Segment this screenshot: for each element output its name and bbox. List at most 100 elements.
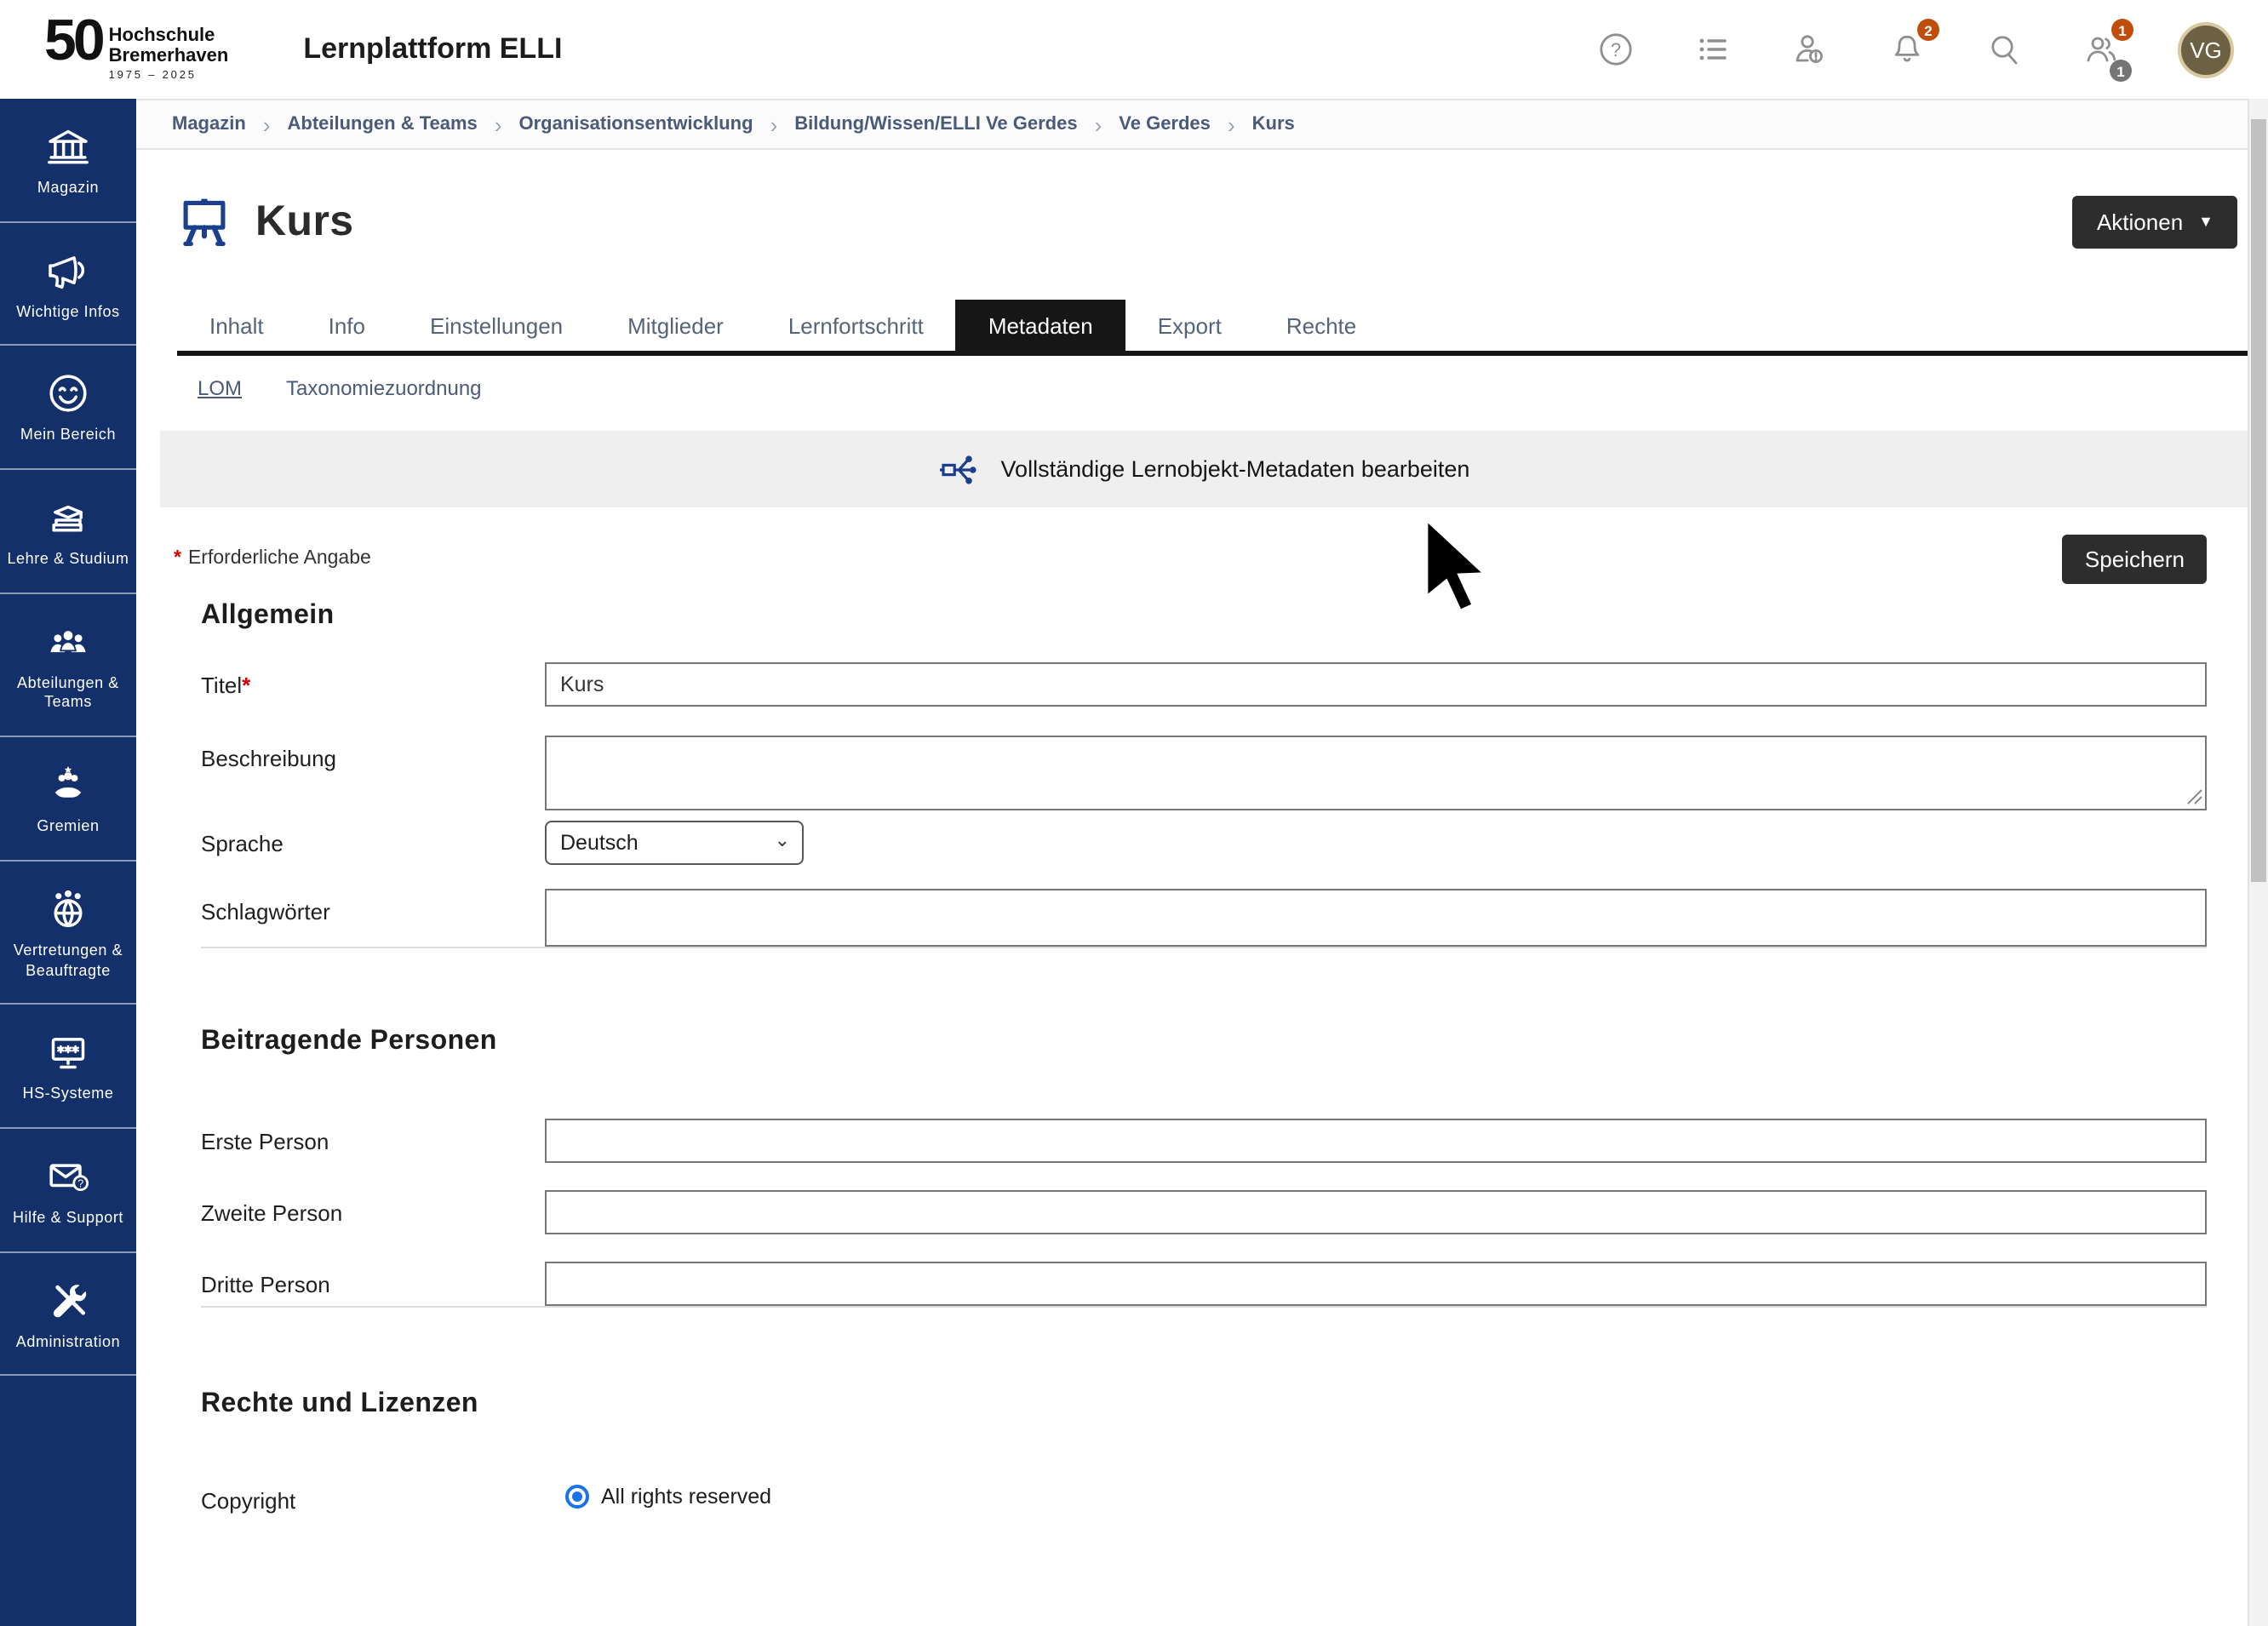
top-header: 50 Hochschule Bremerhaven 1975 – 2025 Le… bbox=[0, 0, 2268, 99]
mail-question-icon: ? bbox=[44, 1153, 92, 1200]
breadcrumb-kurs[interactable]: Kurs bbox=[1252, 114, 1295, 135]
dritte-person-label: Dritte Person bbox=[201, 1262, 545, 1297]
svg-text:?: ? bbox=[1611, 39, 1621, 60]
breadcrumb-ve-gerdes[interactable]: Ve Gerdes bbox=[1119, 114, 1211, 135]
chevron-right-icon: › bbox=[1095, 112, 1102, 137]
breadcrumb-magazin[interactable]: Magazin bbox=[172, 114, 246, 135]
monitor-password-icon bbox=[44, 1028, 92, 1076]
people-group-icon bbox=[44, 618, 92, 666]
tab-inhalt[interactable]: Inhalt bbox=[177, 300, 296, 351]
erste-person-input[interactable] bbox=[545, 1119, 2207, 1163]
globe-people-icon bbox=[44, 885, 92, 933]
resize-handle-icon[interactable] bbox=[2186, 788, 2203, 805]
speichern-button[interactable]: Speichern bbox=[2063, 535, 2207, 584]
section-divider bbox=[201, 947, 2207, 948]
titel-input[interactable] bbox=[545, 662, 2207, 707]
copyright-label: Copyright bbox=[201, 1478, 545, 1514]
logo-years: 1975 – 2025 bbox=[109, 70, 229, 82]
main-sidebar: Magazin Wichtige Infos Mein Bereich Lehr… bbox=[0, 99, 136, 1626]
main-content: Magazin › Abteilungen & Teams › Organisa… bbox=[136, 99, 2248, 1514]
logo-line2: Bremerhaven bbox=[109, 47, 229, 66]
page-title: Kurs bbox=[255, 197, 354, 246]
search-icon[interactable] bbox=[1984, 29, 2025, 70]
sidebar-item-vertretungen[interactable]: Vertretungen & Beauftragte bbox=[0, 862, 136, 1005]
sidebar-item-abteilungen-teams[interactable]: Abteilungen & Teams bbox=[0, 594, 136, 738]
aktionen-button[interactable]: Aktionen ▼ bbox=[2073, 195, 2237, 248]
contacts-new-badge: 1 bbox=[2111, 19, 2133, 41]
section-beitragende-personen: Beitragende Personen bbox=[201, 1027, 2207, 1057]
zweite-person-label: Zweite Person bbox=[201, 1190, 545, 1226]
banner-label: Vollständige Lernobjekt-Metadaten bearbe… bbox=[1001, 456, 1470, 482]
breadcrumb-bildung-wissen[interactable]: Bildung/Wissen/ELLI Ve Gerdes bbox=[794, 114, 1077, 135]
caret-down-icon: ▼ bbox=[2198, 214, 2214, 229]
breadcrumb-abteilungen[interactable]: Abteilungen & Teams bbox=[288, 114, 478, 135]
chevron-right-icon: › bbox=[495, 112, 502, 137]
logo-50: 50 bbox=[44, 17, 102, 66]
beschreibung-textarea[interactable] bbox=[545, 736, 2207, 810]
app-title: Lernplattform ELLI bbox=[303, 32, 562, 66]
todo-list-icon[interactable] bbox=[1692, 29, 1733, 70]
sidebar-item-gremien[interactable]: Gremien bbox=[0, 737, 136, 861]
beschreibung-label: Beschreibung bbox=[201, 736, 545, 771]
subtab-bar: LOM Taxonomiezuordnung bbox=[198, 376, 2207, 400]
zweite-person-input[interactable] bbox=[545, 1190, 2207, 1234]
section-divider bbox=[201, 1306, 2207, 1308]
notification-badge: 2 bbox=[1917, 19, 1939, 41]
metadata-form: Allgemein Titel* Beschreibung Sprache bbox=[201, 601, 2207, 1514]
scrollbar-thumb[interactable] bbox=[2251, 119, 2266, 882]
sidebar-item-lehre-studium[interactable]: Lehre & Studium bbox=[0, 470, 136, 593]
metadata-node-icon bbox=[938, 449, 979, 490]
help-icon[interactable]: ? bbox=[1595, 29, 1636, 70]
university-logo[interactable]: 50 Hochschule Bremerhaven 1975 – 2025 bbox=[44, 17, 228, 82]
smiley-icon bbox=[44, 370, 92, 418]
sprache-label: Sprache bbox=[201, 821, 545, 856]
sprache-select[interactable]: Deutsch bbox=[545, 821, 804, 865]
form-toolbar: *Erforderliche Angabe Speichern bbox=[174, 535, 2207, 584]
copyright-radio-group: All rights reserved bbox=[565, 1478, 2207, 1509]
committee-icon bbox=[44, 761, 92, 809]
titel-label: Titel* bbox=[201, 662, 545, 698]
tab-info[interactable]: Info bbox=[296, 300, 398, 351]
copyright-radio-selected[interactable] bbox=[565, 1485, 589, 1509]
sidebar-item-magazin[interactable]: Magazin bbox=[0, 99, 136, 222]
chevron-right-icon: › bbox=[1228, 112, 1235, 137]
sidebar-item-hilfe-support[interactable]: ? Hilfe & Support bbox=[0, 1129, 136, 1252]
tab-rechte[interactable]: Rechte bbox=[1254, 300, 1389, 351]
vertical-scrollbar bbox=[2248, 99, 2268, 1626]
breadcrumb-organisationsentwicklung[interactable]: Organisationsentwicklung bbox=[519, 114, 753, 135]
user-status-icon[interactable] bbox=[1790, 29, 1830, 70]
page-title-row: Kurs Aktionen ▼ bbox=[174, 187, 2237, 255]
sidebar-item-mein-bereich[interactable]: Mein Bereich bbox=[0, 346, 136, 470]
bell-icon[interactable]: 2 bbox=[1887, 29, 1927, 70]
chevron-right-icon: › bbox=[770, 112, 778, 137]
subtab-lom[interactable]: LOM bbox=[198, 376, 242, 400]
edit-full-metadata-banner[interactable]: Vollständige Lernobjekt-Metadaten bearbe… bbox=[160, 431, 2248, 507]
section-rechte-lizenzen: Rechte und Lizenzen bbox=[201, 1389, 2207, 1420]
chevron-right-icon: › bbox=[263, 112, 271, 137]
sidebar-item-administration[interactable]: Administration bbox=[0, 1252, 136, 1376]
logo-line1: Hochschule bbox=[109, 27, 229, 47]
contacts-icon[interactable]: 1 1 bbox=[2081, 29, 2122, 70]
required-note: *Erforderliche Angabe bbox=[174, 548, 371, 569]
app-window: 50 Hochschule Bremerhaven 1975 – 2025 Le… bbox=[0, 0, 2268, 1626]
subtab-taxonomiezuordnung[interactable]: Taxonomiezuordnung bbox=[286, 376, 482, 400]
contacts-total-badge: 1 bbox=[2110, 60, 2132, 82]
course-board-icon bbox=[174, 191, 235, 252]
books-cap-icon bbox=[44, 494, 92, 541]
erste-person-label: Erste Person bbox=[201, 1119, 545, 1154]
dritte-person-input[interactable] bbox=[545, 1262, 2207, 1306]
tab-einstellungen[interactable]: Einstellungen bbox=[398, 300, 595, 351]
schlagwoerter-input[interactable] bbox=[545, 889, 2207, 947]
tab-metadaten[interactable]: Metadaten bbox=[956, 300, 1125, 351]
tab-export[interactable]: Export bbox=[1125, 300, 1254, 351]
required-asterisk: * bbox=[242, 673, 250, 698]
tools-icon bbox=[44, 1276, 92, 1324]
tab-mitglieder[interactable]: Mitglieder bbox=[595, 300, 756, 351]
megaphone-icon bbox=[44, 246, 92, 294]
avatar[interactable]: VG bbox=[2178, 21, 2234, 77]
sidebar-item-wichtige-infos[interactable]: Wichtige Infos bbox=[0, 222, 136, 346]
bank-icon bbox=[44, 123, 92, 170]
sidebar-item-hs-systeme[interactable]: HS-Systeme bbox=[0, 1005, 136, 1128]
tab-lernfortschritt[interactable]: Lernfortschritt bbox=[756, 300, 956, 351]
tab-bar: Inhalt Info Einstellungen Mitglieder Ler… bbox=[177, 300, 2248, 356]
